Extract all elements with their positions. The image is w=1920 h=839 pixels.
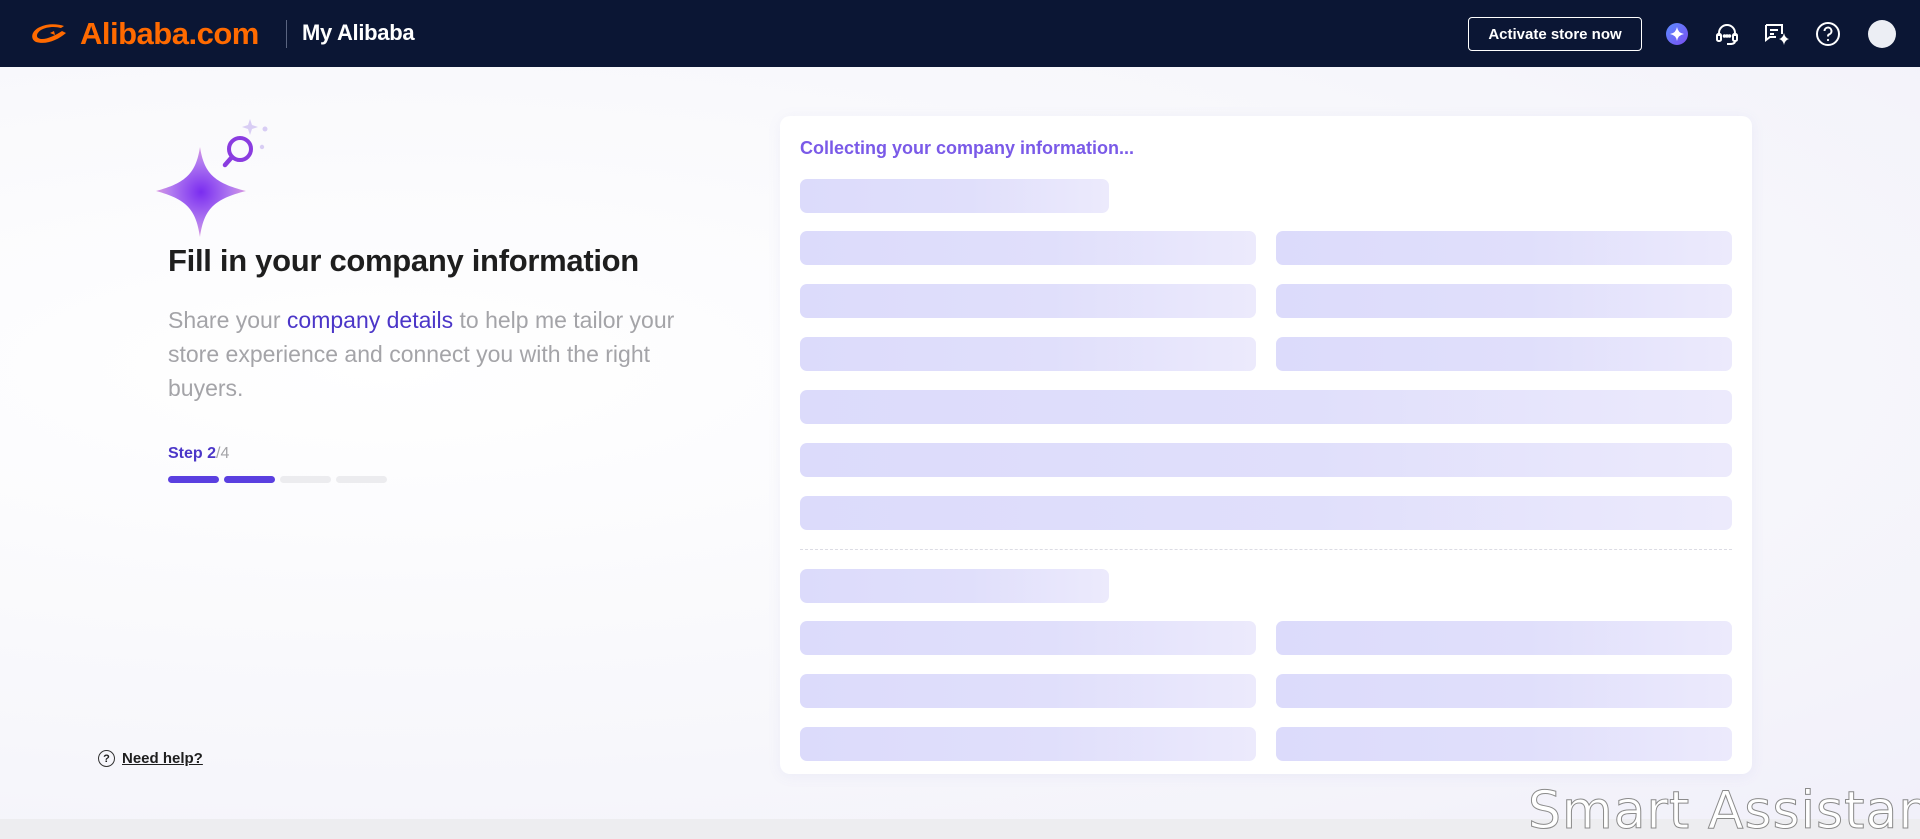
brand-name: Alibaba.com [80,16,259,51]
skeleton-field-wide [800,390,1732,424]
ai-assistant-icon[interactable] [1663,20,1691,48]
ai-sparkle-search-icon [156,119,268,237]
page-title: Fill in your company information [168,243,639,278]
skeleton-section-title [800,179,1109,213]
alibaba-logo[interactable]: Alibaba.com [28,14,259,54]
skeleton-field-wide [800,496,1732,530]
description-text-start: Share your [168,307,287,333]
skeleton-field [800,231,1256,265]
headset-icon[interactable] [1713,20,1741,48]
company-details-link[interactable]: company details [287,307,453,333]
step-total: /4 [216,445,230,462]
skeleton-field [800,674,1256,708]
skeleton-field [1276,727,1732,761]
step-segment [224,476,275,483]
company-info-loading-card: Collecting your company information... [780,116,1752,774]
section-divider [800,549,1732,550]
skeleton-field [1276,621,1732,655]
skeleton-field [800,284,1256,318]
page-description: Share your company details to help me ta… [168,303,698,405]
skeleton-section-title [800,569,1109,603]
skeleton-field-wide [800,443,1732,477]
step-progress-bar [168,476,387,483]
step-indicator: Step 2/4 [168,445,229,463]
skeleton-field [1276,284,1732,318]
skeleton-field [800,621,1256,655]
step-prefix: Step [168,445,208,462]
need-help-link[interactable]: ? Need help? [98,750,203,767]
need-help-label: Need help? [122,750,203,767]
skeleton-field [800,337,1256,371]
step-segment [336,476,387,483]
skeleton-field [800,727,1256,761]
step-segment [168,476,219,483]
section-title[interactable]: My Alibaba [302,20,415,46]
skeleton-field [1276,337,1732,371]
alibaba-logo-mark-icon [32,24,66,43]
skeleton-field [1276,231,1732,265]
header-divider [286,20,287,48]
help-icon[interactable] [1814,20,1842,48]
skeleton-field [1276,674,1732,708]
smart-assistant-watermark: Smart Assistant [1528,781,1920,839]
avatar[interactable] [1868,20,1896,48]
question-icon: ? [98,750,115,767]
activate-store-button[interactable]: Activate store now [1468,17,1642,51]
top-navigation-bar: Alibaba.com My Alibaba Activate store no… [0,0,1920,67]
loading-status-title: Collecting your company information... [800,138,1135,158]
step-segment [280,476,331,483]
step-current: 2 [207,445,217,462]
messages-ai-icon[interactable] [1763,20,1791,48]
